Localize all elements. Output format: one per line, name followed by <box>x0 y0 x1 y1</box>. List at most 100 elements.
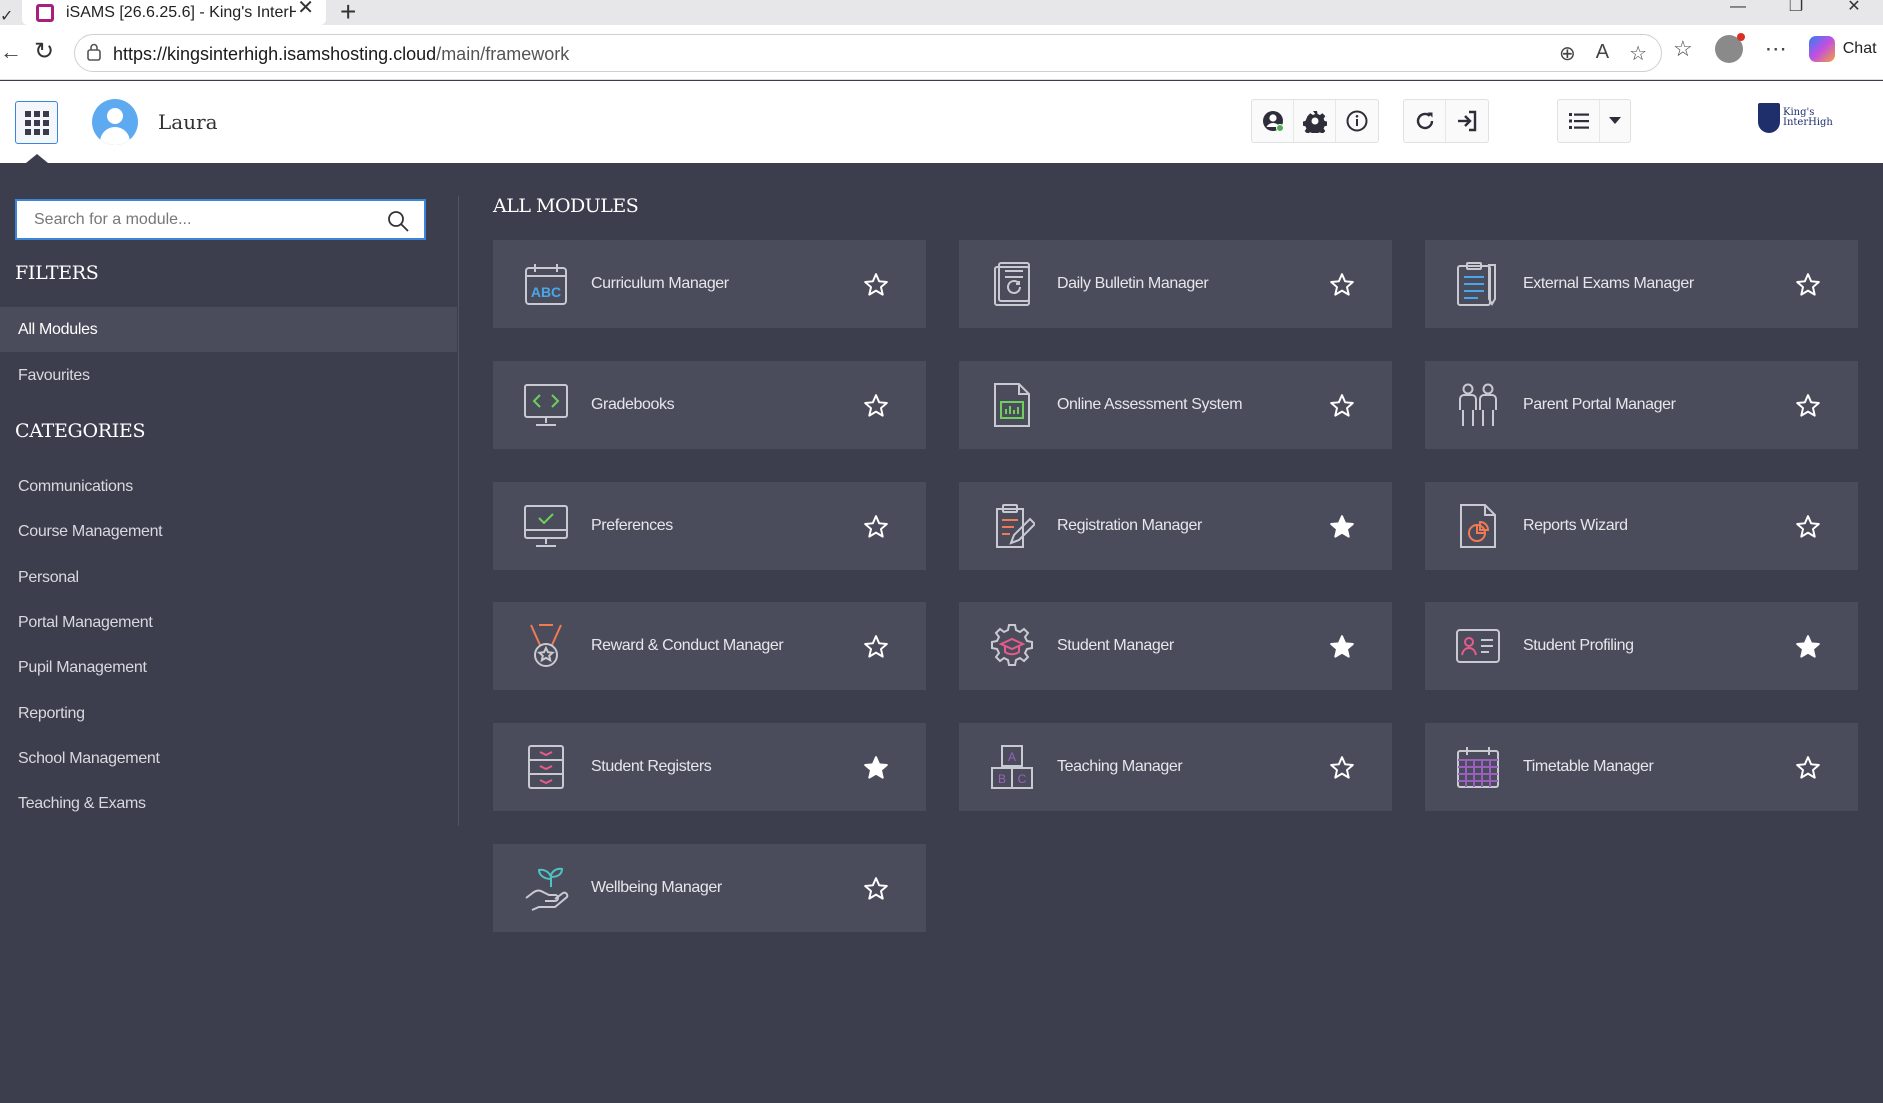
caret-down-icon <box>1609 117 1621 124</box>
view-options-group <box>1557 99 1631 143</box>
star-filled-icon[interactable] <box>1329 514 1355 540</box>
favorite-star-icon[interactable]: ☆ <box>1629 41 1647 66</box>
school-logo: King's InterHigh <box>1758 103 1833 133</box>
star-filled-icon[interactable] <box>1329 634 1355 660</box>
module-card[interactable]: Gradebooks <box>493 361 926 449</box>
module-name: Online Assessment System <box>1057 396 1243 413</box>
grid-dot <box>33 128 40 135</box>
avatar-shoulders <box>100 127 130 145</box>
module-card[interactable]: Parent Portal Manager <box>1425 361 1858 449</box>
profile-avatar-icon[interactable] <box>1714 33 1745 63</box>
favorites-list-icon[interactable]: ☆ <box>1673 36 1693 62</box>
category-personal[interactable]: Personal <box>18 569 79 587</box>
list-view-button[interactable] <box>1558 100 1600 142</box>
star-outline-icon[interactable] <box>863 272 889 298</box>
svg-text:C: C <box>1018 772 1027 786</box>
category-portal-management[interactable]: Portal Management <box>18 614 153 632</box>
close-window-icon[interactable]: ✕ <box>1825 0 1883 25</box>
star-outline-icon[interactable] <box>1329 272 1355 298</box>
module-grid-button[interactable] <box>15 101 58 144</box>
url-field[interactable]: https://kingsinterhigh.isamshosting.clou… <box>74 34 1662 72</box>
user-name[interactable]: Laura <box>158 110 218 134</box>
read-aloud-icon[interactable]: A <box>1596 41 1609 66</box>
logout-button[interactable] <box>1446 100 1488 142</box>
module-card[interactable]: External Exams Manager <box>1425 240 1858 328</box>
new-tab-button[interactable]: + <box>340 0 356 28</box>
grid-dot <box>24 110 31 117</box>
clipboard-pen-icon <box>1457 262 1496 306</box>
view-dropdown-button[interactable] <box>1600 100 1630 142</box>
settings-button[interactable] <box>1294 100 1336 142</box>
zoom-icon[interactable]: ⊕ <box>1559 41 1576 66</box>
module-card[interactable]: Preferences <box>493 482 926 570</box>
filter-all-modules[interactable]: All Modules <box>0 307 457 352</box>
star-outline-icon[interactable] <box>1329 393 1355 419</box>
category-pupil-management[interactable]: Pupil Management <box>18 659 147 677</box>
close-tab-icon[interactable]: ✕ <box>297 0 314 18</box>
copilot-icon[interactable] <box>1808 36 1835 62</box>
chat-button[interactable]: Chat <box>1843 40 1877 58</box>
lock-icon[interactable] <box>87 43 101 61</box>
module-card[interactable]: Timetable Manager <box>1425 723 1858 811</box>
star-outline-icon[interactable] <box>1795 755 1821 781</box>
category-communications[interactable]: Communications <box>18 478 133 496</box>
filter-favourites[interactable]: Favourites <box>0 353 457 398</box>
module-card[interactable]: Online Assessment System <box>959 361 1392 449</box>
reload-icon[interactable]: ↻ <box>34 37 54 66</box>
hand-plant-icon <box>525 867 569 911</box>
tab-scroll-icon[interactable]: ✓ <box>0 6 13 26</box>
grid-dot <box>24 119 31 126</box>
module-card[interactable]: Wellbeing Manager <box>493 844 926 932</box>
star-outline-icon[interactable] <box>863 876 889 902</box>
grid-dot <box>42 128 49 135</box>
star-filled-icon[interactable] <box>863 755 889 781</box>
url-path: /main/framework <box>436 44 570 64</box>
module-search-input[interactable] <box>17 201 377 238</box>
module-card[interactable]: ABC Curriculum Manager <box>493 240 926 328</box>
document-chart-icon <box>994 383 1030 427</box>
page-title: ALL MODULES <box>493 195 639 217</box>
module-card[interactable]: ABC Teaching Manager <box>959 723 1392 811</box>
svg-text:ABC: ABC <box>531 284 561 300</box>
minimize-icon[interactable]: — <box>1709 0 1767 25</box>
module-card[interactable]: Reports Wizard <box>1425 482 1858 570</box>
browser-tab[interactable]: iSAMS [26.6.25.6] - King's InterHigh ✕ <box>22 0 326 25</box>
svg-text:A: A <box>1008 750 1016 764</box>
module-card[interactable]: Reward & Conduct Manager <box>493 602 926 690</box>
star-outline-icon[interactable] <box>863 393 889 419</box>
module-name: Student Manager <box>1057 637 1174 654</box>
module-card[interactable]: Student Manager <box>959 602 1392 690</box>
user-status-button[interactable] <box>1252 100 1294 142</box>
star-outline-icon[interactable] <box>1329 755 1355 781</box>
search-icon[interactable] <box>386 209 410 233</box>
module-name: Student Profiling <box>1523 637 1634 654</box>
star-outline-icon[interactable] <box>1795 393 1821 419</box>
back-icon[interactable]: ← <box>0 39 22 65</box>
module-card[interactable]: Student Registers <box>493 723 926 811</box>
categories-heading: CATEGORIES <box>15 420 146 442</box>
star-outline-icon[interactable] <box>863 514 889 540</box>
category-reporting[interactable]: Reporting <box>18 705 85 723</box>
module-card[interactable]: Registration Manager <box>959 482 1392 570</box>
more-options-icon[interactable]: ⋯ <box>1765 36 1787 62</box>
module-name: Parent Portal Manager <box>1523 396 1676 413</box>
star-filled-icon[interactable] <box>1795 634 1821 660</box>
medal-icon <box>530 624 562 667</box>
module-name: Reward & Conduct Manager <box>591 637 784 654</box>
user-avatar[interactable] <box>92 99 138 145</box>
info-button[interactable] <box>1336 100 1378 142</box>
category-school-management[interactable]: School Management <box>18 750 160 768</box>
monitor-check-icon <box>524 505 568 547</box>
module-card[interactable]: Daily Bulletin Manager <box>959 240 1392 328</box>
star-outline-icon[interactable] <box>863 634 889 660</box>
module-name: Gradebooks <box>591 396 675 413</box>
module-card[interactable]: Student Profiling <box>1425 602 1858 690</box>
star-outline-icon[interactable] <box>1795 514 1821 540</box>
star-outline-icon[interactable] <box>1795 272 1821 298</box>
calendar-abc-icon: ABC <box>525 264 567 305</box>
refresh-button[interactable] <box>1404 100 1446 142</box>
module-name: Teaching Manager <box>1057 758 1183 775</box>
category-course-management[interactable]: Course Management <box>18 523 163 541</box>
category-teaching-exams[interactable]: Teaching & Exams <box>18 795 146 813</box>
restore-icon[interactable]: ❐ <box>1767 0 1825 25</box>
